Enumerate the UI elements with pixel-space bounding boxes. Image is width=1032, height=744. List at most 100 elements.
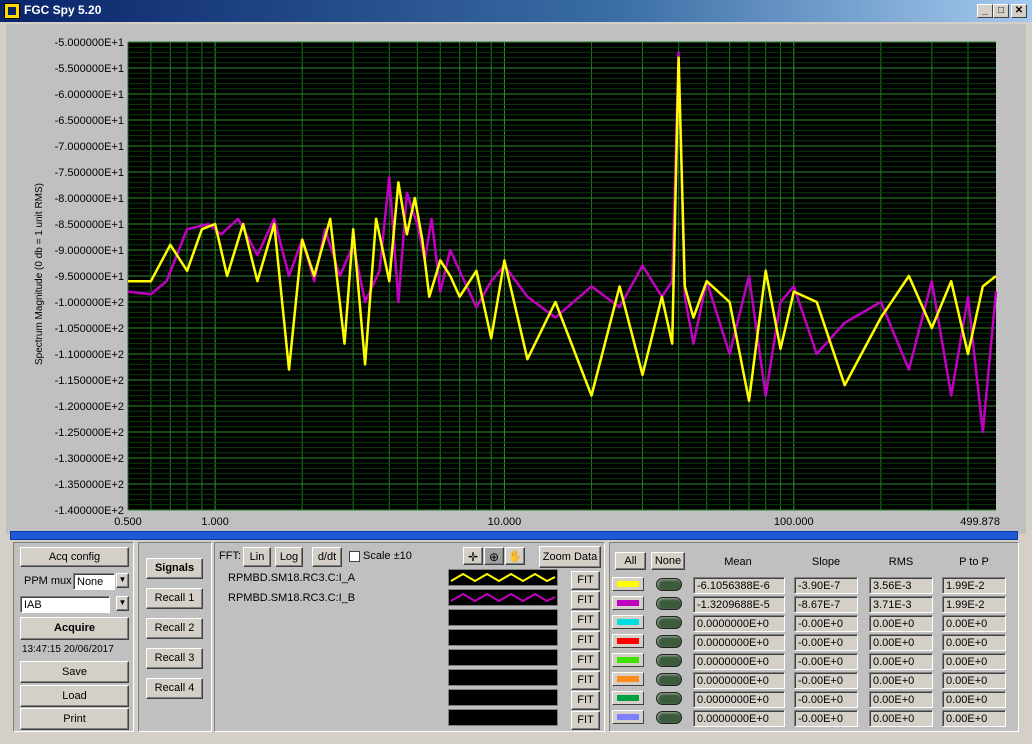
acquire-button[interactable]: Acquire	[20, 617, 129, 640]
spectrum-chart[interactable]: -5.000000E+1 -5.500000E+1 -6.000000E+1 -6.5…	[6, 24, 1026, 534]
color-swatch[interactable]	[612, 710, 644, 724]
y-tick-label: -9.500000E+1	[55, 271, 124, 283]
color-swatch[interactable]	[612, 653, 644, 667]
y-tick-label: -1.000000E+2	[55, 297, 124, 309]
x-tick-label: 0.500	[114, 516, 142, 528]
fit-button[interactable]: FIT	[571, 711, 600, 730]
select-none-button[interactable]: None	[651, 552, 685, 570]
enable-toggle[interactable]	[656, 578, 682, 591]
fft-lin-button[interactable]: Lin	[243, 547, 271, 567]
slope-value: -0.00E+0	[794, 634, 858, 651]
slope-value: -0.00E+0	[794, 672, 858, 689]
slope-value: -0.00E+0	[794, 615, 858, 632]
ptp-value: 0.00E+0	[942, 710, 1006, 727]
color-swatch[interactable]	[612, 691, 644, 705]
select-all-button[interactable]: All	[615, 552, 646, 570]
zoom-data-button[interactable]: Zoom Data	[539, 546, 601, 568]
save-button[interactable]: Save	[20, 661, 129, 683]
y-tick-label: -8.000000E+1	[55, 193, 124, 205]
ptp-value: 0.00E+0	[942, 615, 1006, 632]
y-tick-label: -5.500000E+1	[55, 63, 124, 75]
y-tick-label: -1.300000E+2	[55, 453, 124, 465]
ppm-mux-dropdown-icon[interactable]: ▼	[116, 573, 129, 588]
color-swatch-fill	[617, 695, 639, 701]
enable-toggle[interactable]	[656, 673, 682, 686]
rms-value: 0.00E+0	[869, 615, 933, 632]
rms-value: 0.00E+0	[869, 691, 933, 708]
ptp-value: 0.00E+0	[942, 672, 1006, 689]
enable-toggle[interactable]	[656, 597, 682, 610]
enable-toggle[interactable]	[656, 616, 682, 629]
fit-button[interactable]: FIT	[571, 571, 600, 590]
signal-trace-preview	[448, 589, 558, 606]
color-swatch[interactable]	[612, 615, 644, 629]
signal-trace-preview	[448, 669, 558, 686]
enable-toggle[interactable]	[656, 654, 682, 667]
ppm-mux-label: PPM mux	[24, 575, 72, 587]
enable-toggle[interactable]	[656, 692, 682, 705]
recall-4-button[interactable]: Recall 4	[146, 678, 203, 699]
color-swatch-fill	[617, 600, 639, 606]
color-swatch[interactable]	[612, 672, 644, 686]
color-swatch[interactable]	[612, 577, 644, 591]
y-tick-label: -9.000000E+1	[55, 245, 124, 257]
minimize-button[interactable]: _	[977, 4, 993, 18]
slope-value: -0.00E+0	[794, 691, 858, 708]
slope-value: -3.90E-7	[794, 577, 858, 594]
ppm-mux-select[interactable]: None	[73, 573, 115, 590]
y-tick-label: -7.500000E+1	[55, 167, 124, 179]
ptp-value: 0.00E+0	[942, 691, 1006, 708]
signal-name[interactable]: RPMBD.SM18.RC3.C:I_B	[228, 592, 355, 604]
derivative-button[interactable]: d/dt	[312, 547, 342, 567]
acquisition-timestamp: 13:47:15 20/06/2017	[22, 644, 114, 655]
acq-config-button[interactable]: Acq config	[20, 547, 129, 567]
signal-name[interactable]: RPMBD.SM18.RC3.C:I_A	[228, 572, 355, 584]
recall-1-button[interactable]: Recall 1	[146, 588, 203, 609]
maximize-button[interactable]: □	[993, 4, 1009, 18]
fit-button[interactable]: FIT	[571, 611, 600, 630]
recall-3-button[interactable]: Recall 3	[146, 648, 203, 669]
y-tick-label: -1.150000E+2	[55, 375, 124, 387]
horizontal-scrollbar[interactable]	[10, 531, 1018, 540]
signals-button[interactable]: Signals	[146, 558, 203, 579]
load-button[interactable]: Load	[20, 685, 129, 707]
signal-select[interactable]: IAB	[20, 596, 110, 613]
fit-button[interactable]: FIT	[571, 691, 600, 710]
color-swatch-fill	[617, 581, 639, 587]
enable-toggle[interactable]	[656, 635, 682, 648]
color-swatch[interactable]	[612, 634, 644, 648]
app-icon	[4, 3, 20, 19]
y-tick-label: -7.000000E+1	[55, 141, 124, 153]
scale-x10-label: Scale ±10	[363, 550, 412, 562]
signal-trace-preview	[448, 709, 558, 726]
fit-button[interactable]: FIT	[571, 651, 600, 670]
ptp-value: 0.00E+0	[942, 653, 1006, 670]
color-swatch-fill	[617, 657, 639, 663]
fft-log-button[interactable]: Log	[275, 547, 303, 567]
fit-button[interactable]: FIT	[571, 671, 600, 690]
color-swatch[interactable]	[612, 596, 644, 610]
signal-dropdown-icon[interactable]: ▼	[116, 596, 129, 611]
y-tick-label: -1.200000E+2	[55, 401, 124, 413]
y-tick-label: -6.000000E+1	[55, 89, 124, 101]
color-swatch-fill	[617, 619, 639, 625]
y-tick-label: -6.500000E+1	[55, 115, 124, 127]
pan-hand-icon[interactable]: ✋	[505, 547, 525, 565]
rms-value: 0.00E+0	[869, 672, 933, 689]
fit-button[interactable]: FIT	[571, 631, 600, 650]
rms-header: RMS	[888, 556, 914, 568]
close-button[interactable]: ✕	[1011, 4, 1027, 18]
fit-button[interactable]: FIT	[571, 591, 600, 610]
zoom-icon[interactable]: ⊕	[484, 547, 504, 565]
mean-value: 0.0000000E+0	[693, 672, 785, 689]
y-tick-label: -1.050000E+2	[55, 323, 124, 335]
enable-toggle[interactable]	[656, 711, 682, 724]
print-button[interactable]: Print	[20, 708, 129, 730]
scale-x10-checkbox[interactable]	[349, 551, 360, 562]
rms-value: 0.00E+0	[869, 710, 933, 727]
mean-value: 0.0000000E+0	[693, 653, 785, 670]
y-tick-label: -5.000000E+1	[55, 37, 124, 49]
recall-2-button[interactable]: Recall 2	[146, 618, 203, 639]
ptp-value: 0.00E+0	[942, 634, 1006, 651]
crosshair-icon[interactable]: ✛	[463, 547, 483, 565]
